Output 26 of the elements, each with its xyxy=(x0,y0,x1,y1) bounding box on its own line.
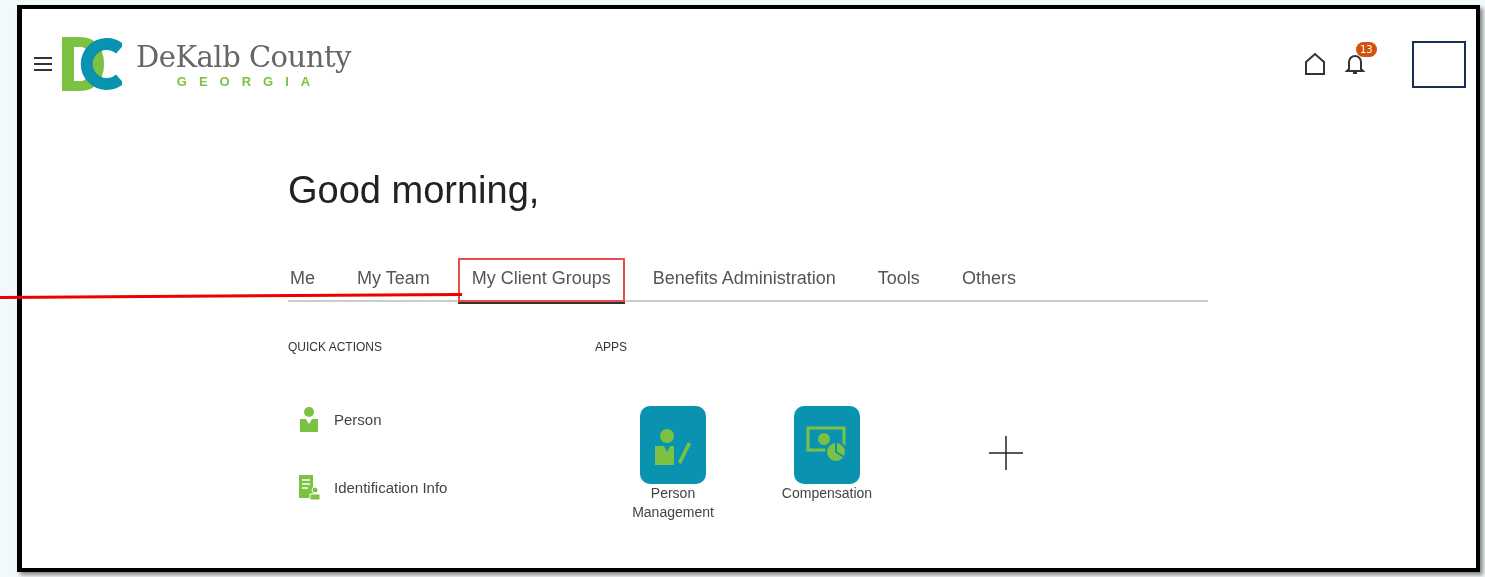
tab[interactable]: Me xyxy=(288,258,329,302)
tab[interactable]: Others xyxy=(947,258,1030,302)
home-icon[interactable] xyxy=(1304,52,1326,76)
section-title: APPS xyxy=(595,340,628,354)
section-title: QUICK ACTIONS xyxy=(288,340,383,354)
menu-icon[interactable] xyxy=(34,57,52,71)
person-icon xyxy=(298,406,320,432)
tab[interactable]: Tools xyxy=(863,258,934,302)
tab[interactable]: My Client Groups xyxy=(457,258,625,302)
app-label[interactable]: Compensation xyxy=(781,484,873,503)
notification-count: 13 xyxy=(1356,42,1377,57)
avatar-box[interactable] xyxy=(1412,40,1466,88)
logo-mark xyxy=(60,35,122,93)
logo-state: GEORGIA xyxy=(176,73,323,89)
app-label[interactable]: Person Management xyxy=(621,484,725,522)
bell-icon[interactable] xyxy=(1344,52,1366,76)
plus-icon[interactable] xyxy=(989,436,1023,470)
money-chart-tile-icon[interactable] xyxy=(794,406,860,484)
document-person-icon xyxy=(298,474,320,500)
quick-action-link[interactable]: Person xyxy=(298,406,595,432)
tab[interactable]: Benefits Administration xyxy=(638,258,850,302)
person-edit-tile-icon[interactable] xyxy=(640,406,706,484)
greeting: Good morning, xyxy=(288,169,541,212)
tab[interactable]: My Team xyxy=(343,258,444,302)
logo-name: DeKalb County xyxy=(136,39,351,74)
quick-action-link[interactable]: Identification Info xyxy=(298,474,595,500)
